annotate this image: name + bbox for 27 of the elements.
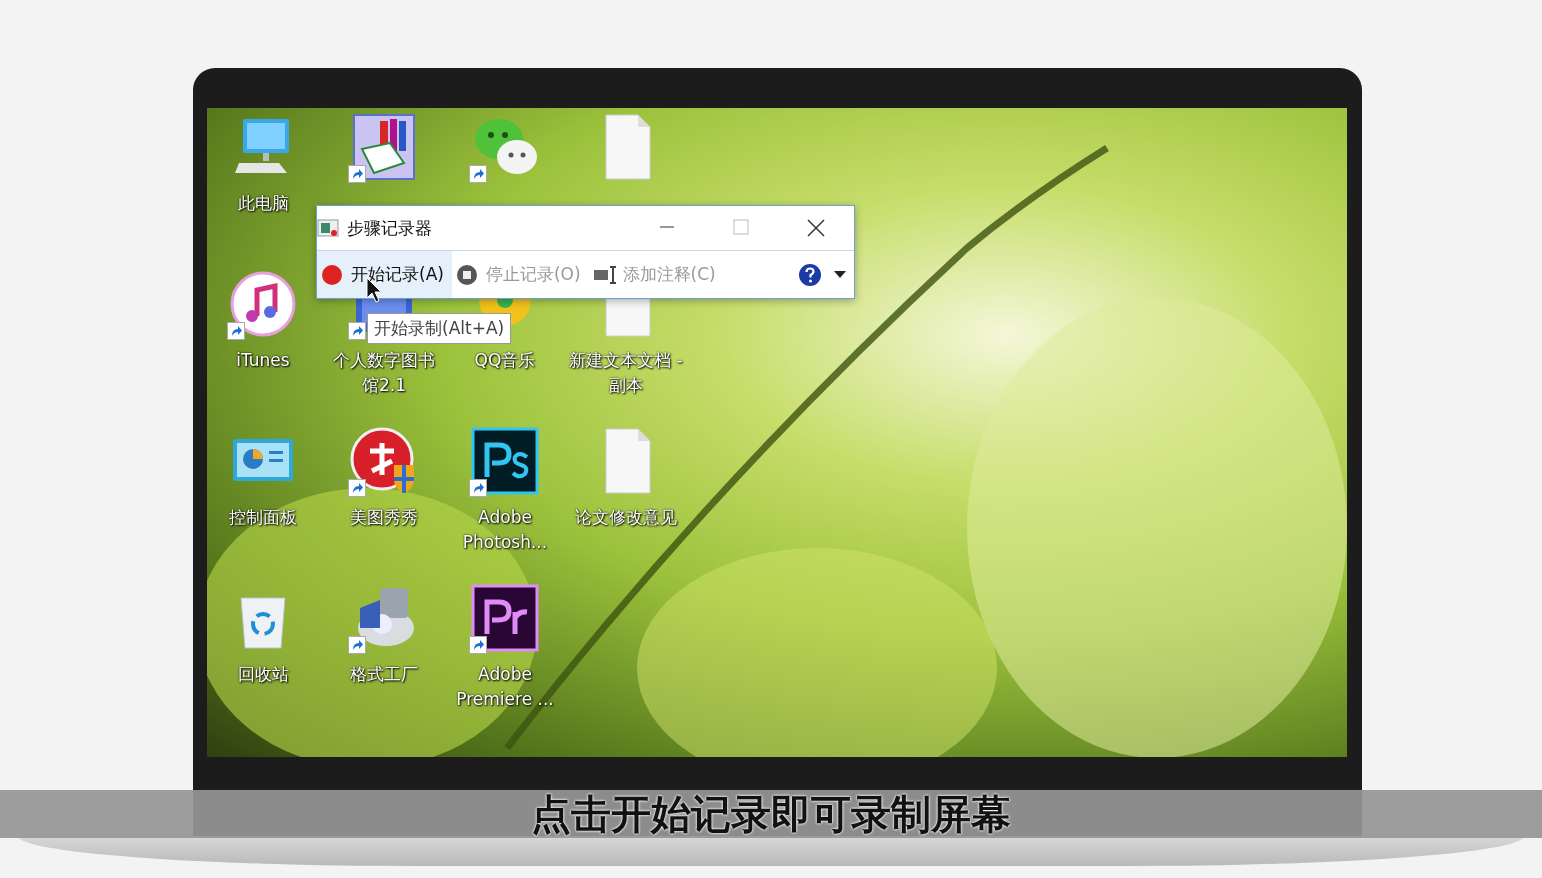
icon-label[interactable]: 美图秀秀	[325, 505, 443, 530]
icon-label[interactable]: 控制面板	[207, 505, 322, 530]
record-dot-icon	[321, 263, 345, 286]
music-note-icon[interactable]	[229, 270, 297, 338]
book-icon[interactable]	[350, 113, 418, 181]
icon-label[interactable]: Adobe Premiere ...	[446, 662, 564, 712]
app-icon	[317, 218, 339, 238]
photoshop-app-icon[interactable]	[471, 427, 539, 495]
dropdown-caret-icon[interactable]	[834, 270, 846, 279]
icon-label[interactable]: QQ音乐	[446, 348, 564, 373]
icon-label[interactable]: Adobe Photosh...	[446, 505, 564, 555]
window-title: 步骤记录器	[347, 216, 432, 240]
tooltip: 开始录制(Alt+A)	[367, 313, 512, 344]
close-icon[interactable]	[807, 219, 825, 237]
video-subtitle: 点击开始记录即可录制屏幕	[531, 790, 1011, 838]
icon-label[interactable]: 回收站	[207, 662, 322, 687]
stop-icon	[455, 263, 480, 286]
premiere-app-icon[interactable]	[471, 584, 539, 652]
start-recording-button[interactable]: 开始记录(A)	[317, 251, 452, 298]
icon-label[interactable]: 此电脑	[207, 191, 322, 216]
icon-label[interactable]: iTunes	[207, 348, 322, 373]
icon-label[interactable]: 新建文本文档 - 副本	[567, 348, 685, 398]
icon-label[interactable]: 论文修改意见	[567, 505, 685, 530]
comment-icon	[592, 263, 617, 286]
icon-label[interactable]: 个人数字图书馆2.1	[325, 348, 443, 398]
icon-label[interactable]: 格式工厂	[325, 662, 443, 687]
help-icon[interactable]	[798, 262, 822, 287]
